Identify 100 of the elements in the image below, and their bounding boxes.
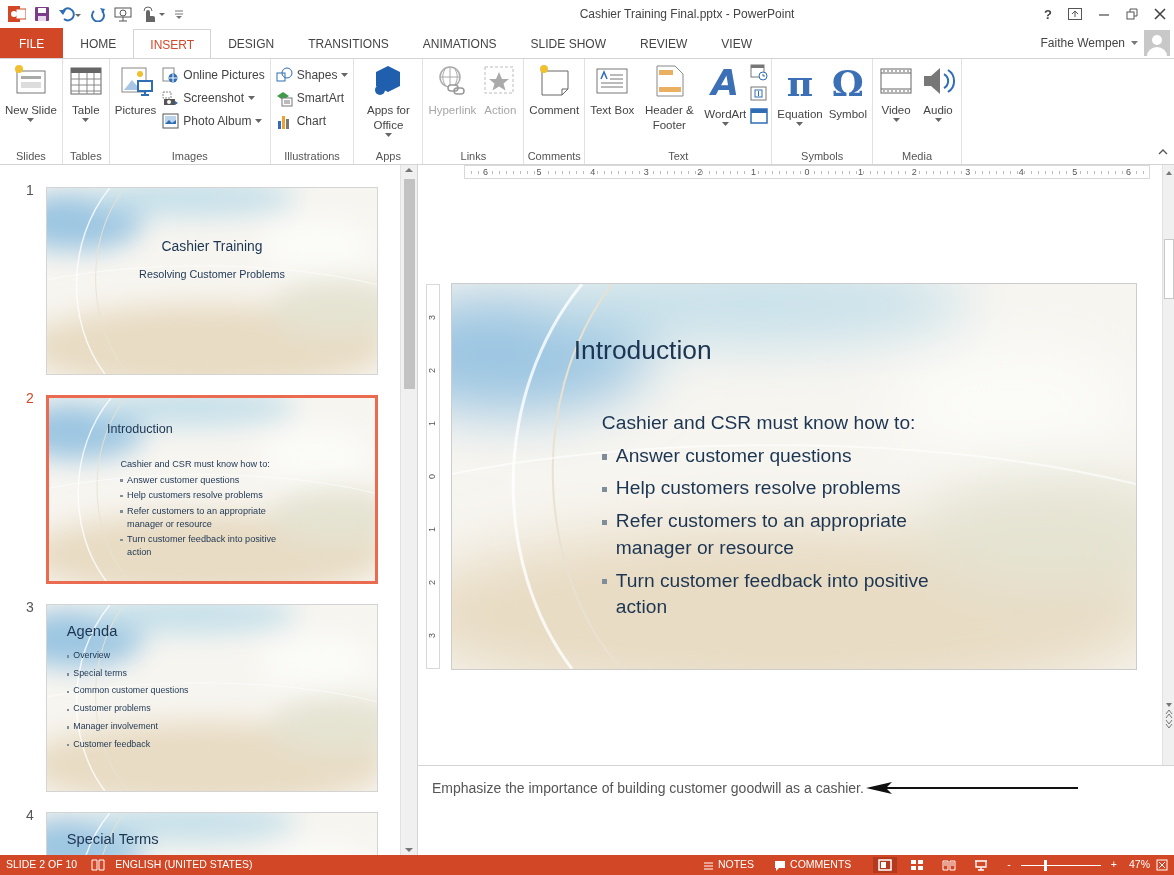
- object-icon[interactable]: [750, 107, 769, 125]
- restore-icon[interactable]: [1126, 8, 1138, 20]
- ruler-number: 2: [428, 580, 438, 585]
- ribbon-button[interactable]: Pictures: [112, 63, 159, 118]
- ribbon-button[interactable]: Video: [876, 63, 917, 122]
- bullet-icon: [601, 579, 608, 585]
- group-label: Slides: [14, 149, 47, 164]
- notes-button[interactable]: NOTES: [698, 857, 759, 873]
- ruler-number: 3: [643, 167, 649, 177]
- ribbon-button[interactable]: Comment: [527, 63, 582, 118]
- ribbon-button[interactable]: A WordArt: [702, 63, 749, 126]
- ribbon-button[interactable]: Apps for Office: [357, 63, 420, 137]
- bullet-text: Customer feedback: [73, 738, 151, 751]
- ribbon-button[interactable]: Photo Album: [160, 111, 267, 131]
- group-label: Text: [667, 149, 690, 164]
- ruler-number: 1: [428, 527, 438, 532]
- slide-number: 1: [26, 183, 35, 197]
- bullet-icon: [66, 708, 70, 711]
- previous-slide-icon[interactable]: [1164, 709, 1173, 719]
- ribbon-button[interactable]: Screenshot: [160, 88, 267, 108]
- customize-icon[interactable]: [174, 8, 184, 20]
- close-icon[interactable]: [1154, 8, 1166, 20]
- collapse-ribbon-icon[interactable]: [1158, 148, 1168, 155]
- file-tab[interactable]: FILE: [0, 28, 64, 58]
- bullet-icon: [601, 519, 608, 525]
- ribbon-tab[interactable]: INSERT: [133, 29, 212, 59]
- comment-icon: [774, 859, 787, 871]
- ribbon-button[interactable]: SmartArt: [273, 88, 351, 108]
- ribbon-tab[interactable]: DESIGN: [211, 28, 292, 58]
- ribbon-display-icon[interactable]: [1068, 8, 1082, 20]
- date-time-icon[interactable]: [750, 63, 769, 81]
- slide-title: Cashier Training: [161, 236, 263, 256]
- undo-icon[interactable]: [58, 6, 82, 22]
- fit-slide-icon[interactable]: [1156, 859, 1168, 871]
- slide-show-icon: [974, 859, 989, 871]
- ribbon-tab[interactable]: HOME: [63, 28, 134, 58]
- scroll-up-icon[interactable]: [1164, 169, 1173, 177]
- smartart-icon: [275, 89, 293, 107]
- scroll-down-icon[interactable]: [1164, 701, 1173, 709]
- ribbon-button[interactable]: Header & Footer: [638, 63, 701, 133]
- ruler-number: 6: [1125, 167, 1131, 177]
- slide-number: 2: [26, 391, 35, 405]
- scrollbar-thumb[interactable]: [403, 179, 415, 389]
- ribbon-button[interactable]: Chart: [273, 111, 351, 131]
- ribbon-button[interactable]: Text Box: [588, 63, 637, 118]
- bullet-text: Help customers resolve problems: [127, 489, 263, 502]
- presentation-icon[interactable]: [114, 6, 132, 22]
- bullet-icon: [601, 486, 608, 493]
- bullet-text: Turn customer feedback into positive action: [615, 568, 930, 620]
- ribbon-tab[interactable]: TRANSITIONS: [291, 28, 406, 58]
- touch-icon[interactable]: [140, 5, 166, 23]
- ruler-number: 0: [804, 167, 810, 177]
- ribbon-button[interactable]: Table: [65, 63, 106, 122]
- normal-view-icon: [878, 859, 893, 871]
- ribbon-tab[interactable]: ANIMATIONS: [405, 28, 514, 58]
- ribbon-button[interactable]: π Equation: [775, 63, 825, 126]
- ruler-number: 1: [428, 421, 438, 426]
- slide-text: Cashier and CSR must know how to:: [601, 411, 917, 436]
- help-button[interactable]: ?: [1044, 7, 1052, 21]
- zoom-out-button[interactable]: -: [1003, 857, 1015, 873]
- slide-number-icon[interactable]: [750, 85, 769, 103]
- language-label[interactable]: ENGLISH (UNITED STATES): [115, 857, 253, 873]
- ribbon-button[interactable]: Online Pictures: [160, 65, 267, 85]
- bullet-icon: [601, 454, 608, 460]
- ruler-number: 4: [1018, 167, 1024, 177]
- slide-thumbnail[interactable]: Agenda Overview Special terms Common customer questions Customer problems Manager involvement Customer feedback: [46, 604, 378, 792]
- bullet-icon: [66, 673, 70, 676]
- save-icon[interactable]: [34, 6, 50, 22]
- ribbon-button[interactable]: Audio: [918, 63, 959, 122]
- zoom-slider-thumb[interactable]: [1043, 859, 1047, 871]
- comments-button[interactable]: COMMENTS: [770, 857, 856, 873]
- notes-text[interactable]: Emphasize the importance of building customer goodwill as a cashier.: [432, 778, 864, 799]
- redo-icon[interactable]: [90, 6, 106, 22]
- ribbon-tab[interactable]: VIEW: [704, 28, 769, 58]
- bullet-text: Special terms: [73, 667, 127, 680]
- notes-icon: [702, 860, 714, 870]
- zoom-in-button[interactable]: +: [1106, 857, 1121, 873]
- user-name[interactable]: Faithe Wempen: [1040, 34, 1125, 52]
- slide-counter: SLIDE 2 OF 10: [6, 857, 78, 873]
- ribbon-tab[interactable]: SLIDE SHOW: [513, 28, 623, 58]
- ruler-number: 3: [428, 315, 438, 320]
- ribbon-button[interactable]: New Slide: [3, 63, 59, 122]
- zoom-level[interactable]: 47%: [1129, 857, 1150, 873]
- bullet-icon: [66, 726, 70, 729]
- ribbon-tab[interactable]: REVIEW: [622, 28, 705, 58]
- next-slide-icon[interactable]: [1164, 719, 1173, 729]
- slide-thumbnail[interactable]: Cashier Training Resolving Customer Problems: [46, 187, 378, 375]
- scrollbar-thumb[interactable]: [1163, 239, 1174, 299]
- bullet-text: Help customers resolve problems: [615, 476, 901, 501]
- scroll-up-icon[interactable]: [404, 165, 414, 175]
- group-label: Links: [459, 149, 488, 164]
- slide-thumbnail[interactable]: Special Terms: [46, 812, 378, 855]
- spell-check-icon[interactable]: [91, 859, 106, 872]
- app-logo-icon[interactable]: [8, 5, 26, 23]
- ribbon-button[interactable]: Ω Symbol: [826, 63, 870, 122]
- slide-number: 3: [26, 600, 35, 614]
- bullet-icon: [120, 538, 123, 542]
- view-button[interactable]: [873, 857, 898, 873]
- group-label: Illustrations: [283, 149, 341, 164]
- ribbon-button[interactable]: Shapes: [273, 65, 351, 85]
